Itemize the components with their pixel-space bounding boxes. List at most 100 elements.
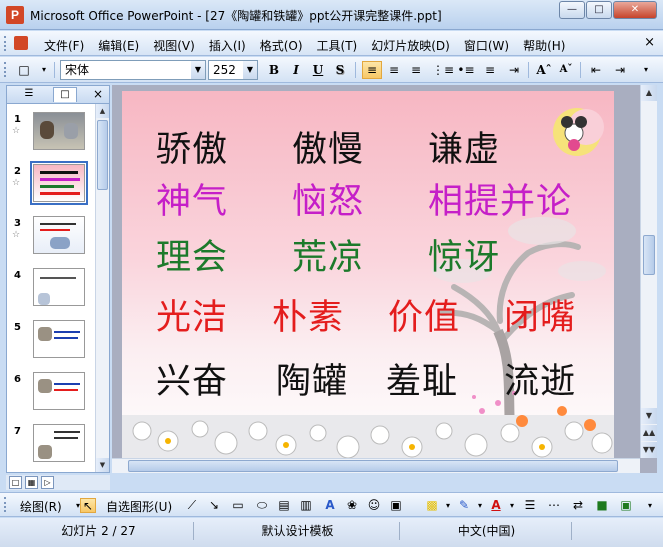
vocab-word[interactable]: 神气 — [156, 173, 228, 224]
bold-button[interactable]: B — [264, 61, 284, 79]
chevron-down-icon[interactable]: ▾ — [440, 498, 456, 513]
vocab-word[interactable]: 傲慢 — [292, 121, 364, 172]
minimize-button[interactable]: — — [559, 1, 585, 19]
align-left-icon[interactable]: ≡ — [362, 61, 382, 79]
numbering-icon[interactable]: ⋮≡ — [432, 61, 454, 79]
outline-tab-icon[interactable]: ☰ — [17, 87, 41, 102]
scroll-up-icon[interactable]: ▲ — [641, 85, 657, 101]
dash-style-icon[interactable]: ⋯ — [546, 498, 562, 513]
chevron-down-icon[interactable]: ▾ — [504, 498, 520, 513]
italic-button[interactable]: I — [286, 61, 306, 79]
chevron-down-icon[interactable]: ▼ — [243, 61, 257, 79]
autoshapes-menu-button[interactable]: 自选图形(U) — [106, 498, 172, 515]
new-document-icon[interactable]: □ — [14, 61, 34, 79]
vocab-word[interactable]: 闭嘴 — [504, 289, 576, 340]
more-buttons-icon[interactable]: ▾ — [34, 61, 54, 79]
slides-tab-icon[interactable]: □ — [53, 87, 77, 102]
vocab-word[interactable]: 陶罐 — [276, 353, 348, 404]
slide-thumbnail-selected[interactable] — [30, 161, 88, 205]
select-pointer-icon[interactable]: ↖ — [80, 498, 96, 513]
text-box-icon[interactable]: ▤ — [276, 498, 292, 513]
align-center-icon[interactable]: ≡ — [384, 61, 404, 79]
menu-edit[interactable]: 编辑(E) — [98, 37, 139, 54]
3d-style-icon[interactable]: ▣ — [618, 498, 634, 513]
normal-view-icon[interactable]: □ — [9, 476, 22, 489]
vocab-word[interactable]: 谦虚 — [428, 121, 500, 172]
menu-help[interactable]: 帮助(H) — [523, 37, 565, 54]
vocab-word[interactable]: 荒凉 — [292, 229, 364, 280]
toolbar-grip[interactable] — [4, 36, 7, 51]
scroll-down-icon[interactable]: ▼ — [96, 458, 109, 472]
toolbar-grip[interactable] — [4, 497, 7, 512]
slide-thumbnail[interactable] — [33, 320, 85, 358]
pane-scroll-thumb[interactable] — [97, 120, 108, 190]
font-color-icon[interactable]: A — [488, 498, 504, 513]
font-name-select[interactable]: 宋体 ▼ — [60, 60, 206, 80]
slide-thumbnail-row[interactable]: 4 — [7, 264, 95, 314]
draw-menu-button[interactable]: 绘图(R) — [20, 498, 62, 515]
arrow-tool-icon[interactable]: ↘ — [206, 498, 222, 513]
next-slide-icon[interactable]: ▼▼ — [641, 442, 657, 458]
slide-thumbnail-row[interactable]: 2 ☆ — [7, 160, 95, 210]
close-button[interactable]: ✕ — [613, 1, 657, 19]
scroll-up-icon[interactable]: ▲ — [96, 104, 109, 118]
slide-thumbnail-row[interactable]: 7 — [7, 420, 95, 470]
menu-file[interactable]: 文件(F) — [44, 37, 84, 54]
slide-thumbnail-row[interactable]: 3 ☆ — [7, 212, 95, 262]
underline-button[interactable]: U — [308, 61, 328, 79]
powerpoint-icon[interactable]: P — [6, 6, 24, 24]
vocab-word[interactable]: 朴素 — [272, 289, 344, 340]
clip-art-icon[interactable]: ☺ — [366, 498, 382, 513]
menu-slideshow[interactable]: 幻灯片放映(D) — [371, 37, 450, 54]
align-right-icon[interactable]: ≡ — [406, 61, 426, 79]
vocab-word[interactable]: 恼怒 — [292, 173, 364, 224]
slide-thumbnail-row[interactable]: 6 — [7, 368, 95, 418]
chevron-down-icon[interactable]: ▼ — [191, 61, 205, 79]
slide-thumbnail-row[interactable]: 1 ☆ — [7, 108, 95, 158]
toolbar-options-icon[interactable]: ▾ — [636, 61, 656, 79]
slide-thumbnail[interactable] — [33, 268, 85, 306]
arrow-style-icon[interactable]: ⇄ — [570, 498, 586, 513]
font-size-select[interactable]: 252 ▼ — [208, 60, 258, 80]
oval-tool-icon[interactable]: ⬭ — [254, 498, 270, 513]
bullets-icon[interactable]: •≡ — [456, 61, 476, 79]
line-tool-icon[interactable]: ⟋ — [184, 498, 200, 513]
wordart-icon[interactable]: A — [322, 498, 338, 513]
vocab-word[interactable]: 羞耻 — [386, 353, 458, 404]
pane-scrollbar[interactable]: ▲ ▼ — [95, 104, 109, 472]
slide-thumbnail[interactable] — [33, 216, 85, 254]
slide-thumbnail-row[interactable]: 5 — [7, 316, 95, 366]
slide-thumbnail[interactable] — [33, 112, 85, 150]
line-color-icon[interactable]: ✎ — [456, 498, 472, 513]
pane-close-button[interactable]: × — [93, 87, 103, 101]
toolbar-grip[interactable] — [4, 62, 7, 77]
slide-horizontal-scrollbar[interactable] — [112, 458, 640, 473]
slide-sorter-view-icon[interactable]: ▦ — [25, 476, 38, 489]
document-icon[interactable] — [14, 36, 28, 50]
design-template-status[interactable]: 默认设计模板 — [196, 522, 400, 540]
indent-list-icon[interactable]: ⇥ — [610, 61, 630, 79]
chevron-down-icon[interactable]: ▾ — [472, 498, 488, 513]
align-justify-icon[interactable]: ≡ — [480, 61, 500, 79]
rectangle-tool-icon[interactable]: ▭ — [230, 498, 246, 513]
document-close-button[interactable]: × — [644, 35, 655, 50]
vocab-word[interactable]: 兴奋 — [156, 353, 228, 404]
shadow-style-icon[interactable]: ■ — [594, 498, 610, 513]
increase-font-icon[interactable]: Aˆ — [534, 61, 554, 79]
shadow-button[interactable]: S — [330, 61, 350, 79]
previous-slide-icon[interactable]: ▲▲ — [641, 425, 657, 441]
vocab-word[interactable]: 相提并论 — [428, 173, 572, 224]
vertical-text-box-icon[interactable]: ▥ — [298, 498, 314, 513]
horizontal-scroll-thumb[interactable] — [128, 460, 618, 472]
scroll-down-icon[interactable]: ▼ — [641, 408, 657, 424]
diagram-icon[interactable]: ❀ — [344, 498, 360, 513]
slide-thumbnail[interactable] — [33, 424, 85, 462]
menu-insert[interactable]: 插入(I) — [209, 37, 246, 54]
menu-window[interactable]: 窗口(W) — [464, 37, 509, 54]
toolbar-options-icon[interactable]: ▾ — [642, 498, 658, 513]
line-style-icon[interactable]: ☰ — [522, 498, 538, 513]
vocab-word[interactable]: 流逝 — [504, 353, 576, 404]
decrease-font-icon[interactable]: Aˇ — [556, 61, 576, 79]
menu-format[interactable]: 格式(O) — [260, 37, 303, 54]
fill-color-icon[interactable]: ▩ — [424, 498, 440, 513]
